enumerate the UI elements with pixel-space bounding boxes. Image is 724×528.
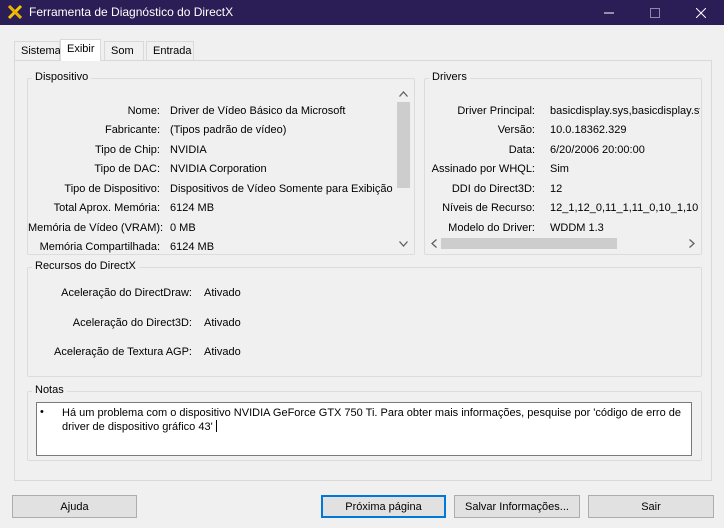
device-label: Nome: — [127, 105, 160, 117]
scroll-down-icon[interactable] — [397, 238, 409, 250]
feature-value: Ativado — [204, 346, 241, 358]
device-label: Fabricante: — [104, 124, 160, 136]
minimize-button[interactable] — [586, 0, 632, 25]
device-value: 0 MB — [170, 222, 196, 234]
tab-som[interactable]: Som — [104, 41, 144, 60]
next-page-button[interactable]: Próxima página — [321, 495, 446, 518]
device-label: Tipo de Dispositivo: — [64, 183, 160, 195]
feature-label: Aceleração do DirectDraw: — [61, 287, 192, 299]
device-value: Dispositivos de Vídeo Somente para Exibi… — [170, 183, 393, 195]
driver-value: basicdisplay.sys,basicdisplay.sy — [550, 105, 700, 117]
exit-button[interactable]: Sair — [588, 495, 714, 518]
scroll-left-icon[interactable] — [428, 237, 440, 249]
device-value: NVIDIA Corporation — [170, 163, 267, 175]
device-scrollbar[interactable] — [395, 86, 412, 252]
driver-value: 12 — [550, 183, 563, 195]
directx-features-legend: Recursos do DirectX — [32, 260, 139, 272]
notes-legend: Notas — [32, 384, 67, 396]
device-label: Tipo de Chip: — [94, 144, 160, 156]
feature-value: Ativado — [204, 317, 241, 329]
driver-value: 6/20/2006 20:00:00 — [550, 144, 645, 156]
device-legend: Dispositivo — [32, 71, 92, 83]
tab-entrada[interactable]: Entrada — [146, 41, 194, 60]
driver-label: Driver Principal: — [457, 105, 535, 117]
feature-value: Ativado — [204, 287, 241, 299]
notes-text: Há um problema com o dispositivo NVIDIA … — [62, 407, 681, 433]
drivers-scroll-thumb[interactable] — [441, 238, 617, 249]
device-value: (Tipos padrão de vídeo) — [170, 124, 287, 136]
feature-label: Aceleração do Direct3D: — [72, 317, 192, 329]
minimize-icon — [604, 12, 614, 13]
close-button[interactable] — [678, 0, 724, 25]
text-caret — [215, 420, 217, 432]
notes-text-container: Há um problema com o dispositivo NVIDIA … — [62, 406, 692, 434]
device-label: Tipo de DAC: — [94, 163, 160, 175]
device-scroll-thumb[interactable] — [397, 102, 410, 188]
help-button[interactable]: Ajuda — [12, 495, 137, 518]
device-label: Memória Compartilhada: — [39, 241, 160, 253]
feature-label: Aceleração de Textura AGP: — [54, 346, 192, 358]
maximize-button[interactable] — [632, 0, 678, 25]
title-bar: Ferramenta de Diagnóstico do DirectX — [0, 0, 724, 25]
driver-label: Data: — [508, 144, 535, 156]
save-info-button[interactable]: Salvar Informações... — [454, 495, 580, 518]
device-value: NVIDIA — [170, 144, 207, 156]
driver-value: 10.0.18362.329 — [550, 124, 627, 136]
window-title: Ferramenta de Diagnóstico do DirectX — [29, 5, 234, 19]
device-label: Total Aprox. Memória: — [53, 202, 160, 214]
drivers-hscrollbar[interactable] — [425, 235, 700, 252]
close-icon — [696, 7, 706, 18]
driver-value: WDDM 1.3 — [550, 222, 604, 234]
device-value: 6124 MB — [170, 202, 215, 214]
tab-sistema[interactable]: Sistema — [14, 41, 61, 60]
driver-label: Assinado por WHQL: — [431, 163, 535, 175]
notes-bullet: • — [40, 406, 44, 418]
maximize-icon — [650, 7, 660, 18]
notes-textbox[interactable]: • Há um problema com o dispositivo NVIDI… — [36, 402, 692, 456]
driver-value: 12_1,12_0,11_1,11_0,10_1,10 — [550, 202, 699, 214]
device-label: Memória de Vídeo (VRAM): — [28, 222, 164, 234]
driver-label: Níveis de Recurso: — [442, 202, 535, 214]
directx-icon — [7, 4, 23, 20]
driver-value: Sim — [550, 163, 569, 175]
device-value: 6124 MB — [170, 241, 215, 253]
device-value: Driver de Vídeo Básico da Microsoft — [170, 105, 346, 117]
driver-label: DDI do Direct3D: — [451, 183, 535, 195]
drivers-legend: Drivers — [429, 71, 470, 83]
driver-label: Versão: — [497, 124, 535, 136]
scroll-right-icon[interactable] — [686, 237, 698, 249]
tab-exibir[interactable]: Exibir — [60, 39, 101, 61]
scroll-up-icon[interactable] — [397, 88, 409, 100]
driver-label: Modelo do Driver: — [448, 222, 535, 234]
